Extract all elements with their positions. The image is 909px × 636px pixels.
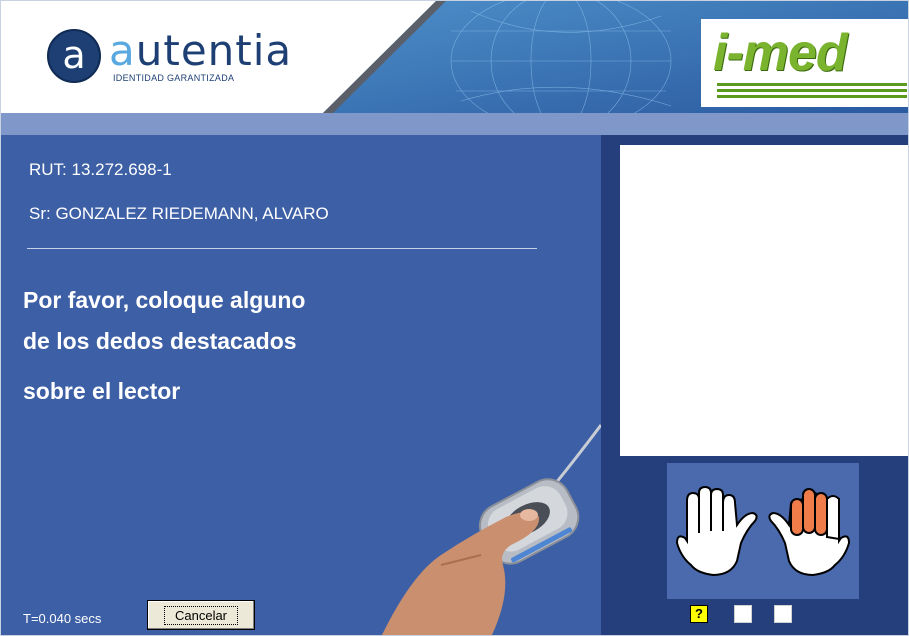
finger-status-empty — [734, 605, 752, 623]
left-hand-icon — [675, 485, 758, 577]
fingerprint-reader-icon — [381, 424, 601, 635]
finger-status-empty — [774, 605, 792, 623]
instruction-line-1: Por favor, coloque alguno — [23, 287, 306, 313]
finger-status-pending: ? — [690, 605, 708, 623]
fingerprint-preview — [620, 145, 908, 456]
autentia-logo-text: autentia — [109, 29, 292, 73]
logo-mark-letter: a — [62, 33, 86, 77]
imed-logo-lines — [717, 83, 907, 99]
autentia-logo-mark: a — [47, 29, 101, 83]
instruction-line-2: de los dedos destacados — [23, 328, 297, 354]
header-banner: a autentia IDENTIDAD GARANTIZADA i-med — [1, 1, 908, 113]
side-panel: ? — [601, 135, 908, 635]
right-hand-icon — [768, 488, 851, 577]
timer-label: T=0.040 secs — [23, 611, 102, 626]
autentia-tagline: IDENTIDAD GARANTIZADA — [113, 73, 235, 83]
instruction-line-3: sobre el lector — [23, 378, 181, 404]
cancel-button[interactable]: Cancelar — [147, 600, 255, 630]
main-panel: RUT: 13.272.698-1 Sr: GONZALEZ RIEDEMANN… — [1, 135, 601, 635]
logo-text-first: a — [109, 26, 136, 75]
finger-selector — [667, 463, 859, 599]
divider — [27, 248, 537, 249]
logo-text-rest: utentia — [135, 26, 293, 75]
autentia-window: a autentia IDENTIDAD GARANTIZADA i-med R… — [0, 0, 909, 636]
imed-logo: i-med — [713, 24, 848, 82]
cancel-button-label: Cancelar — [163, 605, 239, 625]
header-strip — [1, 113, 908, 135]
patient-name-label: Sr: GONZALEZ RIEDEMANN, ALVARO — [29, 204, 329, 223]
rut-label: RUT: 13.272.698-1 — [29, 160, 172, 179]
